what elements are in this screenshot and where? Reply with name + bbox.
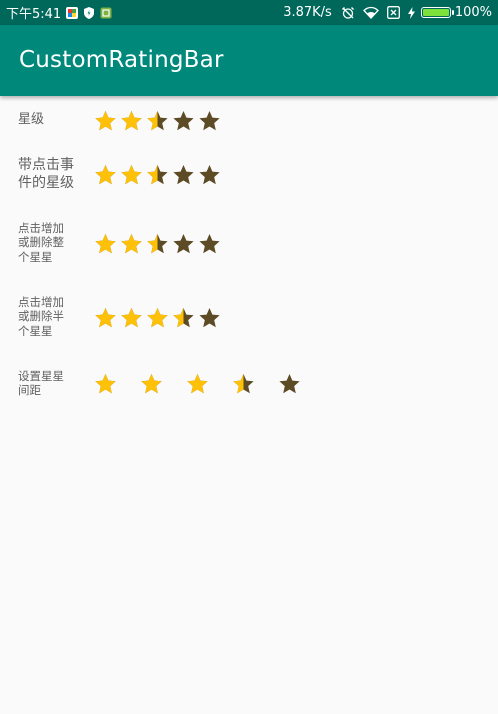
star-icon[interactable]: [172, 307, 195, 329]
app-title: CustomRatingBar: [19, 47, 224, 73]
star-icon[interactable]: [198, 110, 221, 132]
star-icon[interactable]: [120, 233, 143, 255]
star-icon[interactable]: [146, 233, 169, 255]
star-icon[interactable]: [94, 373, 117, 395]
status-bar-left: 下午5:41: [6, 0, 112, 25]
star-icon[interactable]: [198, 307, 221, 329]
rating-row-star-level: 星级: [0, 108, 498, 138]
star-icon[interactable]: [146, 307, 169, 329]
app-bar: CustomRatingBar: [0, 25, 498, 96]
battery-icon: [420, 7, 454, 18]
star-icon[interactable]: [172, 164, 195, 186]
star-icon[interactable]: [232, 373, 255, 395]
status-bar: 下午5:41 3.87K/s 100%: [0, 0, 498, 25]
rating-row-half-star: 点击增加 或删除半 个星星: [0, 295, 498, 345]
star-icon[interactable]: [120, 307, 143, 329]
sim-off-icon: [386, 6, 400, 19]
status-bar-right: 3.87K/s 100%: [283, 0, 492, 25]
rating-row-spacing: 设置星星 间距: [0, 369, 498, 405]
star-icon[interactable]: [94, 307, 117, 329]
rating-label: 带点击事 件的星级: [18, 157, 74, 191]
star-icon[interactable]: [278, 373, 301, 395]
network-speed: 3.87K/s: [283, 5, 332, 20]
alarm-off-icon: [341, 6, 355, 20]
star-icon[interactable]: [198, 233, 221, 255]
rating-label: 点击增加 或删除半 个星星: [18, 295, 64, 338]
charging-bolt-icon: [407, 6, 415, 19]
rating-row-clickable: 带点击事 件的星级: [0, 157, 498, 197]
battery-percent: 100%: [454, 5, 492, 20]
star-icon[interactable]: [198, 164, 221, 186]
star-icon[interactable]: [94, 164, 117, 186]
status-time: 下午5:41: [6, 7, 62, 22]
rating-row-whole-star: 点击增加 或删除整 个星星: [0, 221, 498, 271]
star-icon[interactable]: [172, 233, 195, 255]
rating-label: 设置星星 间距: [18, 369, 64, 398]
star-icon[interactable]: [140, 373, 163, 395]
rating-label: 点击增加 或删除整 个星星: [18, 221, 64, 264]
star-icon[interactable]: [172, 110, 195, 132]
star-icon[interactable]: [186, 373, 209, 395]
wifi-icon: [362, 6, 379, 19]
gallery-app-icon: [66, 6, 79, 19]
star-icon[interactable]: [120, 110, 143, 132]
star-icon[interactable]: [94, 110, 117, 132]
star-icon[interactable]: [146, 164, 169, 186]
rating-label: 星级: [18, 112, 45, 127]
star-icon[interactable]: [94, 233, 117, 255]
star-icon[interactable]: [146, 110, 169, 132]
shield-icon: [83, 6, 95, 19]
star-icon[interactable]: [120, 164, 143, 186]
app-icon: [100, 7, 112, 19]
